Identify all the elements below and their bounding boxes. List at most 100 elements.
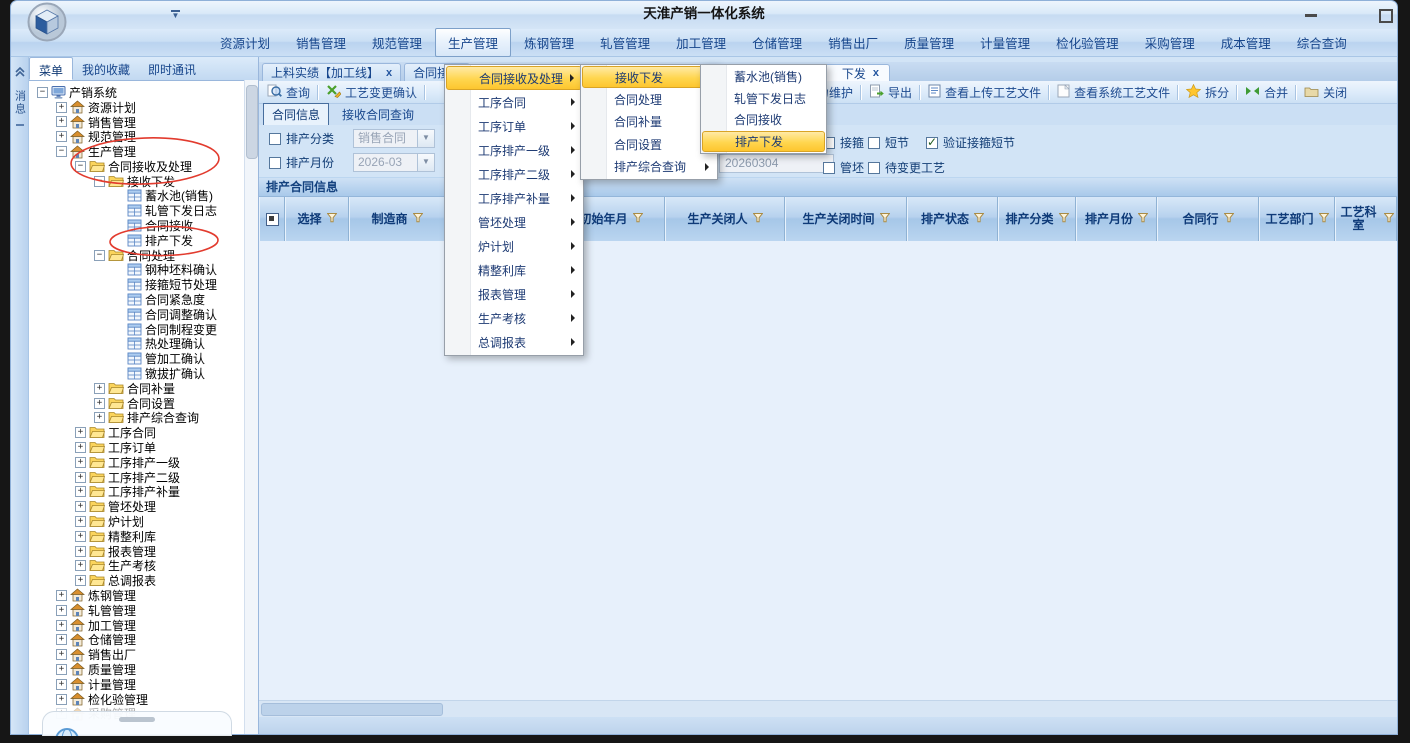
tree-item-接收下发[interactable]: −接收下发 [29,174,245,189]
tab-上料实绩【加工线】[interactable]: 上料实绩【加工线】x [262,63,401,81]
tab-close-icon[interactable]: x [386,67,392,79]
menubar-item-加工管理[interactable]: 加工管理 [663,28,739,57]
expand-toggle-icon[interactable]: + [56,102,67,113]
checkbox-icon[interactable] [269,133,281,145]
expand-toggle-icon[interactable]: + [75,486,86,497]
chevron-down-icon[interactable]: ▼ [417,154,434,171]
menu-item-总调报表[interactable]: 总调报表 [446,330,582,354]
menubar-item-销售管理[interactable]: 销售管理 [283,28,359,57]
expand-toggle-icon[interactable]: + [56,649,67,660]
grid-horizontal-scrollbar[interactable] [259,700,1397,717]
filter-check-排产月份[interactable]: 排产月份 [269,154,334,171]
tree-item-产销系统[interactable]: −产销系统 [29,85,245,100]
tree-item-精整利库[interactable]: +精整利库 [29,529,245,544]
expand-toggle-icon[interactable]: + [75,472,86,483]
expand-toggle-icon[interactable]: + [75,531,86,542]
option-check-短节[interactable]: 短节 [868,134,909,151]
expand-toggle-icon[interactable]: − [75,161,86,172]
tree-item-合同补量[interactable]: +合同补量 [29,381,245,396]
toolbar-button-工艺变更确认[interactable]: 工艺变更确认 [322,81,421,103]
tree-item-轧管下发日志[interactable]: 轧管下发日志 [29,203,245,218]
expand-toggle-icon[interactable]: + [75,546,86,557]
menu-item-炉计划[interactable]: 炉计划 [446,234,582,258]
filter-funnel-icon[interactable] [1384,213,1394,226]
tree-item-钢种坯料确认[interactable]: 钢种坯料确认 [29,263,245,278]
expand-toggle-icon[interactable]: + [56,634,67,645]
column-header-工艺科室[interactable]: 工艺科室 [1335,197,1397,241]
expand-toggle-icon[interactable]: + [94,412,105,423]
tree-item-合同调整确认[interactable]: 合同调整确认 [29,307,245,322]
menubar-item-生产管理[interactable]: 生产管理 [435,28,511,57]
expand-toggle-icon[interactable]: + [75,427,86,438]
tree-item-计量管理[interactable]: +计量管理 [29,677,245,692]
checkbox-icon[interactable] [269,157,281,169]
menubar-item-成本管理[interactable]: 成本管理 [1208,28,1284,57]
menu-item-工序订单[interactable]: 工序订单 [446,114,582,138]
tree-item-管加工确认[interactable]: 管加工确认 [29,351,245,366]
expand-toggle-icon[interactable]: − [56,146,67,157]
expand-toggle-icon[interactable]: + [56,694,67,705]
tree-item-加工管理[interactable]: +加工管理 [29,618,245,633]
toolbar-button-查看上传工艺文件[interactable]: 查看上传工艺文件 [924,82,1045,103]
expand-toggle-icon[interactable]: + [56,131,67,142]
tree-item-规范管理[interactable]: +规范管理 [29,129,245,144]
menu-item-工序排产二级[interactable]: 工序排产二级 [446,162,582,186]
tree-item-炼钢管理[interactable]: +炼钢管理 [29,588,245,603]
menu-item-排产下发[interactable]: 排产下发 [702,131,825,153]
expand-toggle-icon[interactable]: + [94,398,105,409]
menu-item-合同接收及处理[interactable]: 合同接收及处理 [446,66,582,90]
expand-toggle-icon[interactable]: + [75,575,86,586]
tree-item-轧管管理[interactable]: +轧管管理 [29,603,245,618]
menubar-item-规范管理[interactable]: 规范管理 [359,28,435,57]
column-header-排产分类[interactable]: 排产分类 [998,197,1076,241]
tree-item-炉计划[interactable]: +炉计划 [29,514,245,529]
option-check-验证接箍短节[interactable]: 验证接箍短节 [926,134,1015,151]
expand-toggle-icon[interactable]: + [94,383,105,394]
sidebar-tab-我的收藏[interactable]: 我的收藏 [73,57,139,80]
tree-item-管坯处理[interactable]: +管坯处理 [29,499,245,514]
app-logo-icon[interactable] [27,2,67,47]
tree-item-质量管理[interactable]: +质量管理 [29,662,245,677]
tree-item-合同设置[interactable]: +合同设置 [29,396,245,411]
grid-body[interactable] [259,241,1397,701]
column-header-生产关闭时间[interactable]: 生产关闭时间 [785,197,907,241]
column-header-生产关闭人[interactable]: 生产关闭人 [665,197,785,241]
menu-item-轧管下发日志[interactable]: 轧管下发日志 [702,88,825,110]
tab-close-icon[interactable]: x [873,67,879,79]
menu-item-工序合同[interactable]: 工序合同 [446,90,582,114]
sidebar-tab-即时通讯[interactable]: 即时通讯 [139,57,205,80]
toolbar-button-拆分[interactable]: 拆分 [1182,82,1233,103]
filter-funnel-icon[interactable] [327,213,337,226]
option-check-待变更工艺[interactable]: 待变更工艺 [868,159,945,176]
toolbar-button-导出[interactable]: 导出 [865,82,916,103]
expand-toggle-icon[interactable]: + [56,679,67,690]
tree-item-总调报表[interactable]: +总调报表 [29,573,245,588]
menu-item-管坯处理[interactable]: 管坯处理 [446,210,582,234]
tree-item-热处理确认[interactable]: 热处理确认 [29,337,245,352]
filter-check-排产分类[interactable]: 排产分类 [269,130,334,147]
menubar-item-炼钢管理[interactable]: 炼钢管理 [511,28,587,57]
menubar-item-采购管理[interactable]: 采购管理 [1132,28,1208,57]
maximize-button[interactable] [1379,9,1393,23]
checkbox-icon[interactable] [868,137,880,149]
quick-access-dropdown-icon[interactable]: ▼ [171,10,180,18]
menu-item-生产考核[interactable]: 生产考核 [446,306,582,330]
select-all-checkbox[interactable] [266,213,279,226]
expand-toggle-icon[interactable]: + [56,620,67,631]
expand-toggle-icon[interactable]: + [56,605,67,616]
filter-funnel-icon[interactable] [753,213,763,226]
menubar-item-仓储管理[interactable]: 仓储管理 [739,28,815,57]
minimize-button[interactable] [1305,14,1317,17]
menubar-item-质量管理[interactable]: 质量管理 [891,28,967,57]
menu-item-合同设置[interactable]: 合同设置 [582,133,716,155]
collapse-chevrons-icon[interactable] [15,64,25,82]
filter-funnel-icon[interactable] [1138,213,1148,226]
expand-toggle-icon[interactable]: + [75,516,86,527]
expand-toggle-icon[interactable]: − [94,250,105,261]
tree-item-生产考核[interactable]: +生产考核 [29,559,245,574]
column-header-制造商[interactable]: 制造商 [349,197,445,241]
menubar-item-检化验管理[interactable]: 检化验管理 [1043,28,1132,57]
expand-toggle-icon[interactable]: + [56,664,67,675]
menu-item-合同处理[interactable]: 合同处理 [582,88,716,110]
menu-item-接收下发[interactable]: 接收下发 [582,66,716,88]
